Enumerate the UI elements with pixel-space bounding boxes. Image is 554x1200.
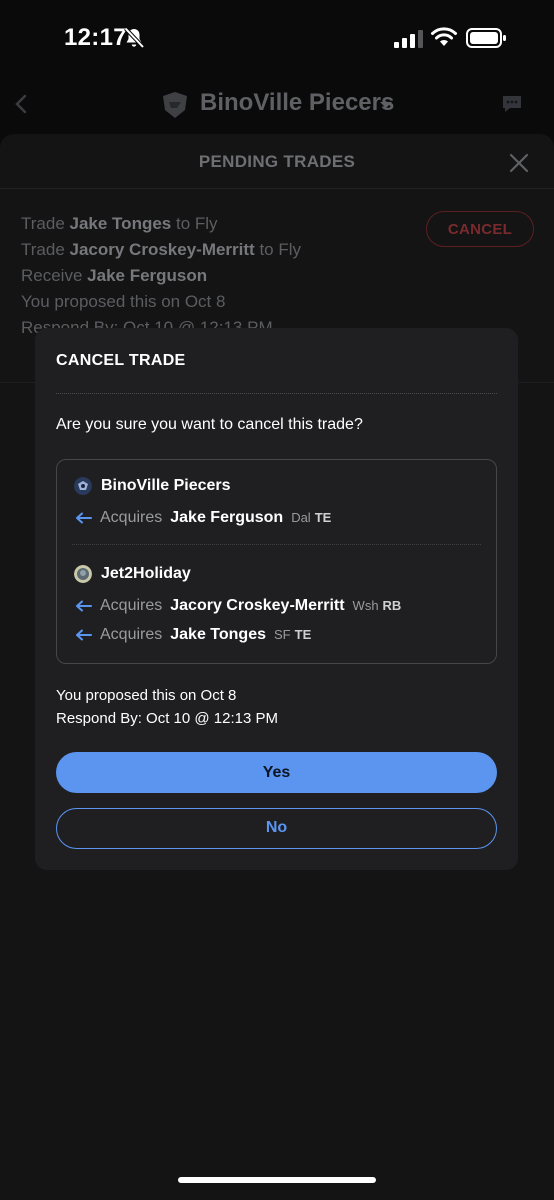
team-divider <box>72 544 481 545</box>
team-avatar <box>74 565 92 583</box>
team-name-title[interactable]: BinoVille Piecers <box>200 89 394 117</box>
status-bar: 12:17 <box>0 0 554 76</box>
trade-line: Trade Jacory Croskey-Merritt to Fly <box>21 240 302 259</box>
player-name[interactable]: Jacory Croskey-Merritt <box>170 597 344 614</box>
home-indicator[interactable] <box>178 1177 376 1183</box>
no-button[interactable]: No <box>56 808 497 849</box>
caret-down-icon[interactable] <box>379 100 393 110</box>
player-name[interactable]: Jake Ferguson <box>170 509 283 526</box>
respond-by-text: Respond By: Oct 10 @ 12:13 PM <box>56 710 279 727</box>
dialog-title: CANCEL TRADE <box>56 352 186 369</box>
sheet-title: PENDING TRADES <box>198 152 356 171</box>
battery-icon <box>466 28 506 48</box>
acquisition-row: Acquires Jake Ferguson Dal TE <box>76 509 331 529</box>
proposed-date-text: You proposed this on Oct 8 <box>56 687 237 704</box>
sheet-divider <box>0 188 554 189</box>
signal-icon <box>394 30 423 48</box>
wifi-icon <box>431 27 457 46</box>
status-time: 12:17 <box>64 24 127 51</box>
chat-icon[interactable] <box>500 92 524 116</box>
trade-line: Trade Jake Tonges to Fly <box>21 214 218 233</box>
dialog-question: Are you sure you want to cancel this tra… <box>56 416 363 433</box>
arrow-left-icon <box>76 600 92 612</box>
bell-slash-icon <box>124 27 145 49</box>
cancel-trade-button[interactable]: CANCEL <box>426 211 534 247</box>
team-name: BinoVille Piecers <box>101 477 231 494</box>
team-name: Jet2Holiday <box>101 565 191 582</box>
acquisition-row: Acquires Jake Tonges SF TE <box>76 626 311 646</box>
arrow-left-icon <box>76 629 92 641</box>
close-icon[interactable] <box>508 152 530 174</box>
yes-button[interactable]: Yes <box>56 752 497 793</box>
sheet-proposed-text: You proposed this on Oct 8 <box>21 292 226 311</box>
back-chevron-icon[interactable] <box>14 94 30 114</box>
acquisition-row: Acquires Jacory Croskey-Merritt Wsh RB <box>76 597 401 617</box>
dialog-divider <box>56 393 497 394</box>
team-avatar <box>74 477 92 495</box>
team-logo-icon <box>163 92 187 118</box>
trade-line: Receive Jake Ferguson <box>21 266 208 285</box>
arrow-left-icon <box>76 512 92 524</box>
player-name[interactable]: Jake Tonges <box>170 626 266 643</box>
